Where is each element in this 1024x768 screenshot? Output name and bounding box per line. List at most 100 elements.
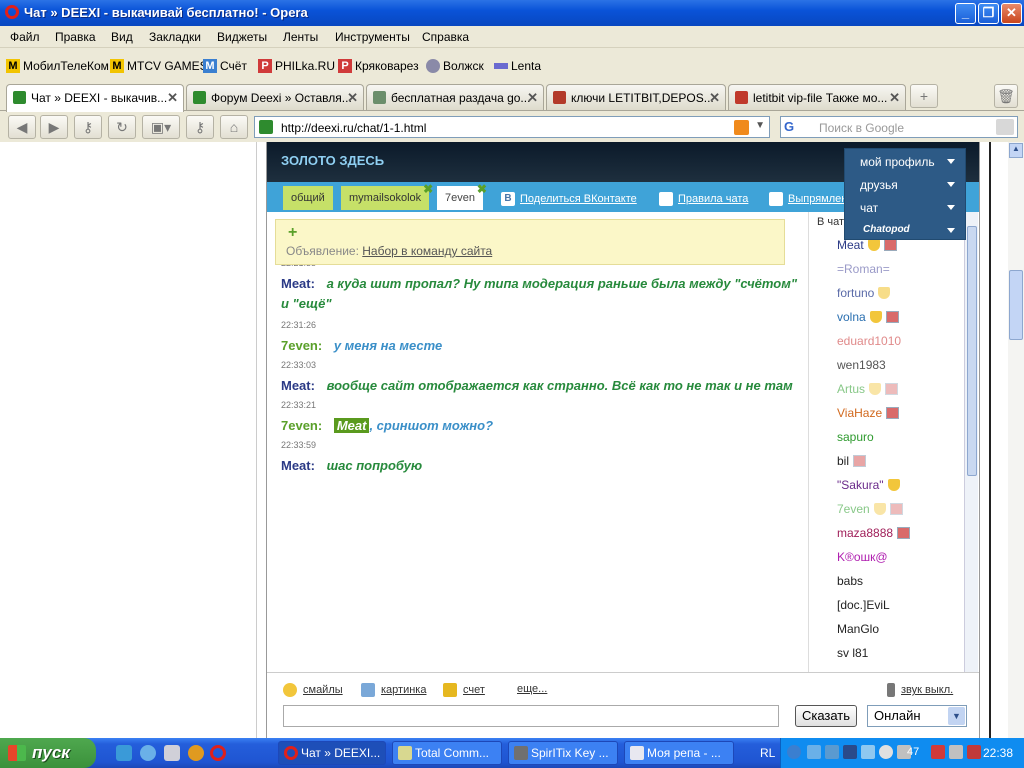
user-item[interactable]: Artus <box>837 382 899 396</box>
chevron-left-icon[interactable] <box>787 745 801 759</box>
chat-tab-mymailsokolok[interactable]: mymailsokolok ✖ <box>341 182 433 210</box>
bookmark-mtcv-games[interactable]: M MTCV GAMES <box>110 58 208 74</box>
plus-icon[interactable]: + <box>288 224 297 242</box>
user-item[interactable]: K®ошк@ <box>837 550 888 564</box>
address-bar[interactable]: http://deexi.ru/chat/1-1.html ▼ <box>254 116 770 138</box>
bookmark-volzhsk[interactable]: Волжск <box>426 58 484 74</box>
message-nick[interactable]: 7even: <box>281 338 322 353</box>
message-nick[interactable]: Meat: <box>281 458 315 473</box>
tray-app-icon[interactable] <box>879 745 893 759</box>
user-item[interactable]: eduard1010 <box>837 334 901 348</box>
scrollbar-thumb[interactable] <box>967 226 977 476</box>
user-item[interactable]: =Roman= <box>837 262 890 276</box>
floppy-icon[interactable] <box>164 745 180 761</box>
tab-chat[interactable]: Чат » DEEXI - выкачив... ✕ <box>6 84 184 112</box>
forward-button[interactable]: ▶ <box>40 115 68 139</box>
user-item[interactable]: fortuno <box>837 286 891 300</box>
scroll-up-icon[interactable]: ▲ <box>1009 143 1023 158</box>
status-select[interactable]: Онлайн ▼ <box>867 705 967 727</box>
home-button[interactable]: ⌂ <box>220 115 248 139</box>
menu-my-profile[interactable]: мой профиль <box>845 151 967 173</box>
task-repa[interactable]: Моя репа - ... <box>624 741 734 765</box>
chat-tab-7even[interactable]: 7even ✖ <box>437 182 487 210</box>
chat-rules-link[interactable]: Правила чата <box>659 192 748 206</box>
reload-button[interactable]: ↻ <box>108 115 136 139</box>
tray-app-icon[interactable] <box>949 745 963 759</box>
send-button[interactable]: Сказать <box>795 705 857 727</box>
bookmark-schet[interactable]: M Счёт <box>203 58 247 74</box>
menu-chatopod[interactable]: Chatopod <box>845 220 967 242</box>
user-item[interactable]: [doc.]EviL <box>837 598 890 612</box>
opera-icon[interactable] <box>210 745 226 761</box>
close-icon[interactable]: ✖ <box>423 182 433 196</box>
menu-help[interactable]: Справка <box>422 30 469 44</box>
menu-bookmarks[interactable]: Закладки <box>149 30 201 44</box>
close-tab-icon[interactable]: ✕ <box>889 90 900 106</box>
menu-view[interactable]: Вид <box>111 30 133 44</box>
key-icon[interactable]: ⚷ <box>186 115 214 139</box>
chevron-down-icon[interactable]: ▼ <box>948 707 965 725</box>
back-button[interactable]: ◀ <box>8 115 36 139</box>
user-item[interactable]: sapuro <box>837 430 874 444</box>
close-icon[interactable]: ✖ <box>477 182 487 196</box>
tab-keys[interactable]: ключи LETITBIT,DEPOS... ✕ <box>546 84 726 110</box>
close-tab-icon[interactable]: ✕ <box>347 90 358 106</box>
user-item[interactable]: ManGlo <box>837 622 879 636</box>
gold-banner-title[interactable]: ЗОЛОТО ЗДЕСЬ <box>281 153 384 168</box>
page-scrollbar[interactable]: ▲ <box>1008 142 1024 738</box>
language-indicator[interactable]: RL <box>760 746 775 760</box>
user-item[interactable]: maza8888 <box>837 526 911 540</box>
bookmark-mobiltelekom[interactable]: M МобилТелеКом <box>6 58 109 74</box>
user-list-scrollbar[interactable] <box>964 212 978 672</box>
bookmark-philka[interactable]: P PHILka.RU <box>258 58 335 74</box>
close-tab-icon[interactable]: ✕ <box>527 90 538 106</box>
task-spiritix[interactable]: SpirITix Key ... <box>508 741 618 765</box>
tab-letitbit[interactable]: letitbit vip-file Также мо... ✕ <box>728 84 906 110</box>
start-button[interactable]: пуск <box>0 738 96 768</box>
search-input[interactable]: G Поиск в Google <box>780 116 1018 138</box>
close-tab-icon[interactable]: ✕ <box>167 90 178 106</box>
rss-feed-icon[interactable] <box>734 120 749 135</box>
menu-chat[interactable]: чат <box>845 197 967 219</box>
search-icon[interactable] <box>996 119 1014 135</box>
close-tab-icon[interactable]: ✕ <box>709 90 720 106</box>
trash-icon[interactable]: 🗑 <box>994 84 1018 108</box>
tab-giveaway[interactable]: бесплатная раздача go... ✕ <box>366 84 544 110</box>
tab-forum[interactable]: Форум Deexi » Оставля... ✕ <box>186 84 364 110</box>
user-item[interactable]: sv l81 <box>837 646 868 660</box>
tray-app-icon[interactable] <box>967 745 981 759</box>
tray-app-icon[interactable] <box>931 745 945 759</box>
wand-icon[interactable]: ⚷ <box>74 115 102 139</box>
menu-feeds[interactable]: Ленты <box>283 30 318 44</box>
google-icon[interactable]: G <box>784 119 816 135</box>
user-item[interactable]: volna <box>837 310 899 324</box>
menu-edit[interactable]: Правка <box>55 30 96 44</box>
message-nick[interactable]: Meat: <box>281 276 315 291</box>
scrollbar-thumb[interactable] <box>1009 270 1023 340</box>
smileys-button[interactable]: смайлы <box>283 683 343 697</box>
chevron-down-icon[interactable]: ▼ <box>755 120 765 131</box>
maximize-button[interactable]: ❐ <box>978 3 999 24</box>
share-vk-link[interactable]: B Поделиться ВКонтакте <box>501 192 637 206</box>
score-button[interactable]: счет <box>443 683 485 697</box>
picture-button[interactable]: картинка <box>361 683 426 697</box>
straighten-link[interactable]: Выпрямлен <box>769 192 847 206</box>
close-button[interactable]: ✕ <box>1001 3 1022 24</box>
user-item[interactable]: bil <box>837 454 867 468</box>
tray-app-icon[interactable] <box>861 745 875 759</box>
tray-app-icon[interactable] <box>807 745 821 759</box>
menu-file[interactable]: Файл <box>10 30 40 44</box>
more-button[interactable]: еще... <box>517 683 547 695</box>
quicklaunch-icon[interactable] <box>116 745 132 761</box>
new-tab-button[interactable]: + <box>910 84 938 108</box>
task-opera[interactable]: Чат » DEEXI... <box>278 741 386 765</box>
user-item[interactable]: "Sakura" <box>837 478 900 492</box>
message-nick[interactable]: Meat: <box>281 378 315 393</box>
user-item[interactable]: wen1983 <box>837 358 886 372</box>
bookmark-lenta[interactable]: Lenta <box>494 58 541 74</box>
user-item[interactable]: babs <box>837 574 863 588</box>
menu-widgets[interactable]: Виджеты <box>217 30 267 44</box>
announcement-link[interactable]: Набор в команду сайта <box>362 244 492 258</box>
chat-tab-general[interactable]: общий <box>283 186 333 210</box>
minimize-button[interactable]: _ <box>955 3 976 24</box>
